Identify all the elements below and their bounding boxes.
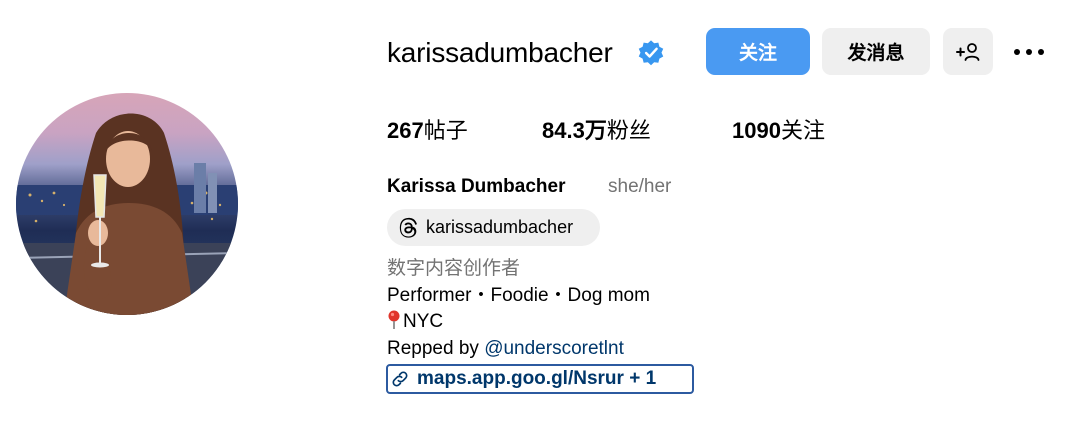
- bio-line: Performer・Foodie・Dog mom: [387, 285, 650, 306]
- threads-handle: karissadumbacher: [426, 217, 574, 237]
- posts-stat: 267帖子: [387, 116, 468, 146]
- more-options-button[interactable]: [1003, 28, 1055, 75]
- location-text: NYC: [403, 311, 444, 332]
- following-count: 1090: [732, 118, 781, 143]
- mention-link[interactable]: @underscoretlnt: [484, 338, 624, 359]
- add-user-icon: [956, 42, 980, 61]
- pin-icon: [388, 310, 400, 329]
- location-line: NYC: [387, 310, 443, 334]
- link-icon: [392, 371, 408, 387]
- full-name: Karissa Dumbacher: [387, 176, 566, 197]
- posts-label: 帖子: [423, 118, 468, 143]
- follow-button[interactable]: 关注: [706, 28, 810, 75]
- profile-header: karissadumbacher 关注 发消息 267帖子 84.3万粉丝 10…: [0, 0, 1080, 448]
- more-options-icon: [1014, 48, 1044, 55]
- avatar-photo: [16, 113, 238, 315]
- following-label: 关注: [780, 118, 825, 143]
- suggest-user-button[interactable]: [943, 28, 993, 75]
- threads-badge[interactable]: karissadumbacher: [387, 209, 600, 246]
- username: karissadumbacher: [387, 37, 613, 68]
- posts-count: 267: [387, 118, 424, 143]
- avatar[interactable]: [16, 93, 238, 315]
- pronouns: she/her: [608, 176, 672, 197]
- following-stat[interactable]: 1090关注: [732, 116, 825, 146]
- repped-line: Repped by @underscoretlnt: [387, 337, 624, 361]
- link-text: maps.app.goo.gl/Nsrur + 1: [417, 368, 657, 389]
- external-link[interactable]: maps.app.goo.gl/Nsrur + 1: [386, 364, 694, 394]
- threads-icon: [399, 217, 417, 238]
- verified-badge-icon: [638, 40, 664, 66]
- category-label: 数字内容创作者: [387, 258, 521, 279]
- message-button[interactable]: 发消息: [822, 28, 930, 75]
- repped-prefix: Repped by: [387, 338, 485, 359]
- followers-count: 84.3万: [542, 118, 607, 143]
- followers-stat[interactable]: 84.3万粉丝: [542, 116, 651, 146]
- followers-label: 粉丝: [606, 118, 651, 143]
